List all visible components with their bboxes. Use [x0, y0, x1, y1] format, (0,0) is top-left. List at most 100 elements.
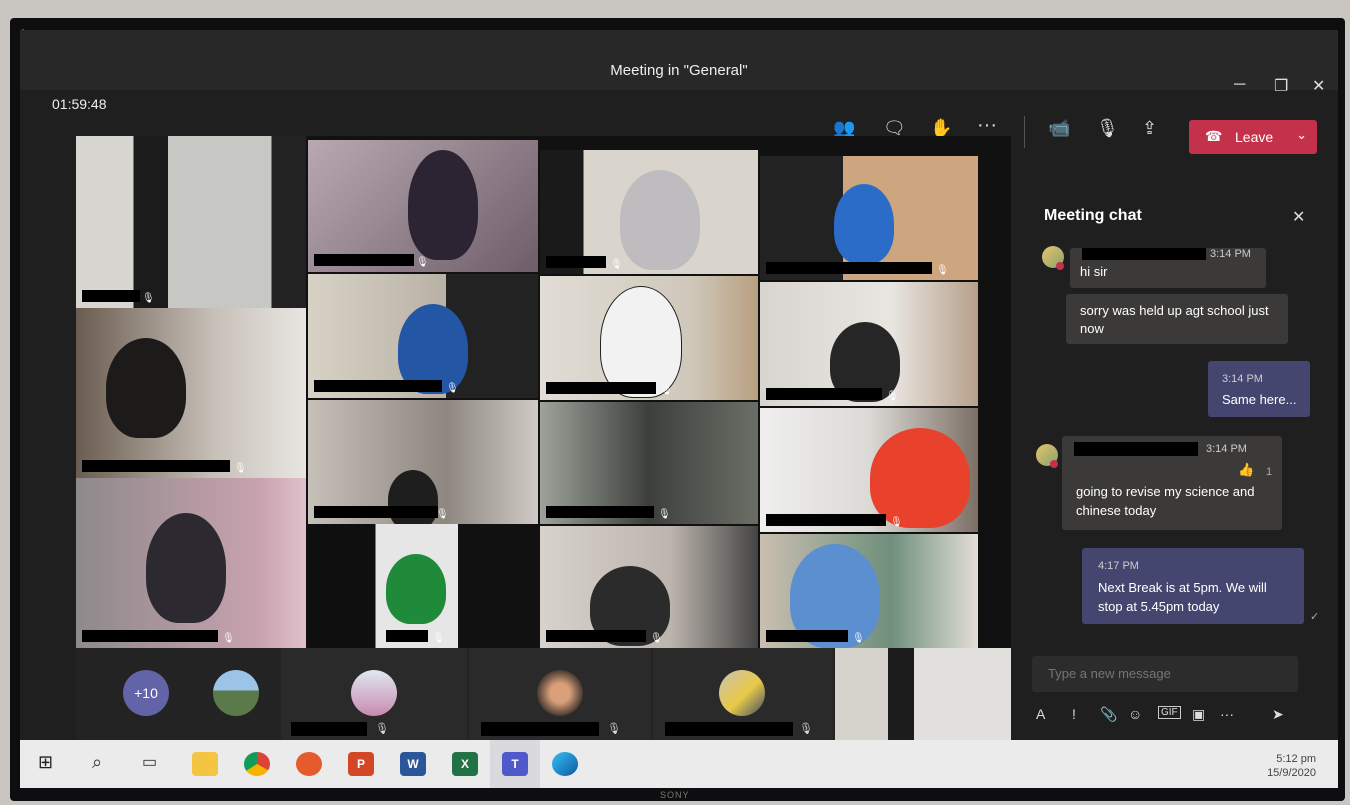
mic-icon: 🎙: [416, 257, 429, 268]
gif-icon[interactable]: GIF: [1158, 706, 1181, 719]
mic-icon: 🎙: [660, 385, 673, 396]
message-compose-box[interactable]: [1032, 656, 1298, 692]
leave-button[interactable]: ☎ Leave ⌄: [1189, 120, 1317, 154]
message-time: 3:14 PM: [1222, 373, 1263, 385]
video-tile[interactable]: 🎙: [308, 400, 538, 524]
participant-tile[interactable]: 🎙: [281, 648, 467, 740]
emoji-icon[interactable]: ☺: [1128, 706, 1142, 722]
search-icon[interactable]: ⌕: [92, 752, 102, 773]
chrome-icon[interactable]: [244, 752, 270, 776]
message-text: Next Break is at 5pm. We will stop at 5.…: [1098, 580, 1267, 614]
more-icon[interactable]: ···: [977, 114, 997, 137]
participant-avatar[interactable]: [213, 670, 259, 716]
sticker-icon[interactable]: ▣: [1192, 706, 1205, 723]
file-explorer-icon[interactable]: [192, 752, 218, 776]
chat-message[interactable]: 3:14 PM hi sir: [1070, 248, 1266, 288]
video-tile[interactable]: 🎙: [308, 274, 538, 398]
participant-tile[interactable]: 🎙: [469, 648, 651, 740]
participant-silhouette: [386, 554, 446, 624]
participant-name-redacted: [766, 388, 882, 400]
message-time: 3:14 PM: [1206, 443, 1247, 455]
send-icon[interactable]: ➤: [1272, 706, 1284, 723]
video-tile[interactable]: 🎙: [760, 282, 978, 406]
message-text: going to revise my science and chinese t…: [1076, 484, 1255, 518]
share-screen-icon[interactable]: ⇪: [1142, 118, 1157, 139]
message-text: Same here...: [1222, 392, 1297, 407]
participant-name-redacted: [82, 290, 140, 302]
video-tile[interactable]: 🎙: [540, 150, 758, 274]
chat-message[interactable]: sorry was held up agt school just now: [1066, 294, 1288, 344]
task-view-icon[interactable]: ▭: [142, 752, 157, 772]
message-input[interactable]: [1046, 665, 1290, 682]
video-tile[interactable]: 🎙: [76, 308, 306, 478]
format-icon[interactable]: A: [1036, 706, 1045, 722]
participant-name-redacted: [291, 722, 367, 736]
word-icon[interactable]: W: [400, 752, 426, 776]
title-bar: Meeting in "General" ─ ❐ ✕: [20, 30, 1338, 95]
video-tile[interactable]: 🎙: [540, 402, 758, 524]
video-tile[interactable]: 🎙: [540, 276, 758, 400]
read-receipt-icon: ✓: [1310, 611, 1320, 623]
close-icon[interactable]: ✕: [1292, 207, 1305, 227]
mic-icon: 🎙: [436, 509, 449, 520]
powerpoint-icon[interactable]: P: [348, 752, 374, 776]
edge-icon[interactable]: [552, 752, 578, 776]
maximize-button[interactable]: ❐: [1274, 76, 1288, 96]
more-options-icon[interactable]: ···: [1220, 706, 1234, 722]
more-participants-button[interactable]: +10: [123, 670, 169, 716]
video-tile[interactable]: 🎙: [760, 534, 978, 648]
close-button[interactable]: ✕: [1312, 76, 1325, 96]
attach-icon[interactable]: 📎: [1100, 706, 1117, 723]
mic-icon: 🎙: [446, 383, 459, 394]
mic-icon: 🎙: [852, 633, 865, 644]
mic-icon: 🎙: [142, 293, 155, 304]
participant-tile[interactable]: [835, 648, 1011, 740]
chat-message-mine[interactable]: 4:17 PM Next Break is at 5pm. We will st…: [1082, 548, 1304, 624]
participant-name-redacted: [546, 630, 646, 642]
participant-name-redacted: [314, 380, 442, 392]
teams-icon[interactable]: T: [502, 752, 528, 776]
firefox-icon[interactable]: [296, 752, 322, 776]
video-tile[interactable]: 🎙: [760, 156, 978, 280]
mic-off-icon: 🎙: [375, 723, 389, 735]
mic-icon: 🎙: [610, 259, 623, 270]
windows-taskbar: ⊞ ⌕ ▭ P W X T 5:12 pm 15/9/2020: [20, 740, 1338, 788]
video-tile[interactable]: 🎙: [308, 140, 538, 272]
video-tile[interactable]: 🎙: [308, 524, 458, 648]
video-tile[interactable]: 🎙: [540, 526, 758, 648]
participant-silhouette: [834, 184, 894, 264]
chat-message-mine[interactable]: 3:14 PM Same here...: [1208, 361, 1310, 417]
video-tile[interactable]: 🎙: [76, 478, 306, 648]
mic-icon: 🎙: [886, 391, 899, 402]
chat-title: Meeting chat: [1044, 207, 1142, 224]
participant-strip: +10 🎙 🎙 🎙: [76, 648, 1011, 740]
participant-name-redacted: [766, 514, 886, 526]
participant-name-redacted: [546, 256, 606, 268]
mic-icon: 🎙: [222, 633, 235, 644]
participant-name-redacted: [314, 506, 438, 518]
camera-icon[interactable]: 📹: [1048, 118, 1070, 139]
video-tile[interactable]: 🎙: [76, 136, 306, 308]
participant-name-redacted: [314, 254, 414, 266]
participant-avatar: [351, 670, 397, 716]
window-title: Meeting in "General": [610, 62, 748, 79]
status-dot: [1056, 262, 1064, 270]
hangup-icon: ☎: [1205, 128, 1223, 144]
monitor-brand: SONY: [660, 790, 690, 800]
mic-icon: 🎙: [658, 509, 671, 520]
mic-off-icon[interactable]: 🎙: [1096, 118, 1119, 139]
thumbs-up-reaction-icon[interactable]: 👍: [1238, 462, 1254, 478]
participant-silhouette: [620, 170, 700, 270]
video-tile[interactable]: 🎙: [760, 408, 978, 532]
important-icon[interactable]: !: [1072, 706, 1076, 722]
chat-message[interactable]: 3:14 PM 👍 1 going to revise my science a…: [1062, 436, 1282, 530]
taskbar-clock[interactable]: 5:12 pm 15/9/2020: [1256, 752, 1316, 780]
toolbar-divider: [1024, 116, 1025, 148]
minimize-button[interactable]: ─: [1234, 76, 1245, 94]
excel-icon[interactable]: X: [452, 752, 478, 776]
windows-start-icon[interactable]: ⊞: [38, 752, 53, 773]
participant-tile[interactable]: 🎙: [653, 648, 833, 740]
participant-silhouette: [408, 150, 478, 260]
participant-name-redacted: [546, 382, 656, 394]
chevron-down-icon[interactable]: ⌄: [1296, 127, 1307, 143]
